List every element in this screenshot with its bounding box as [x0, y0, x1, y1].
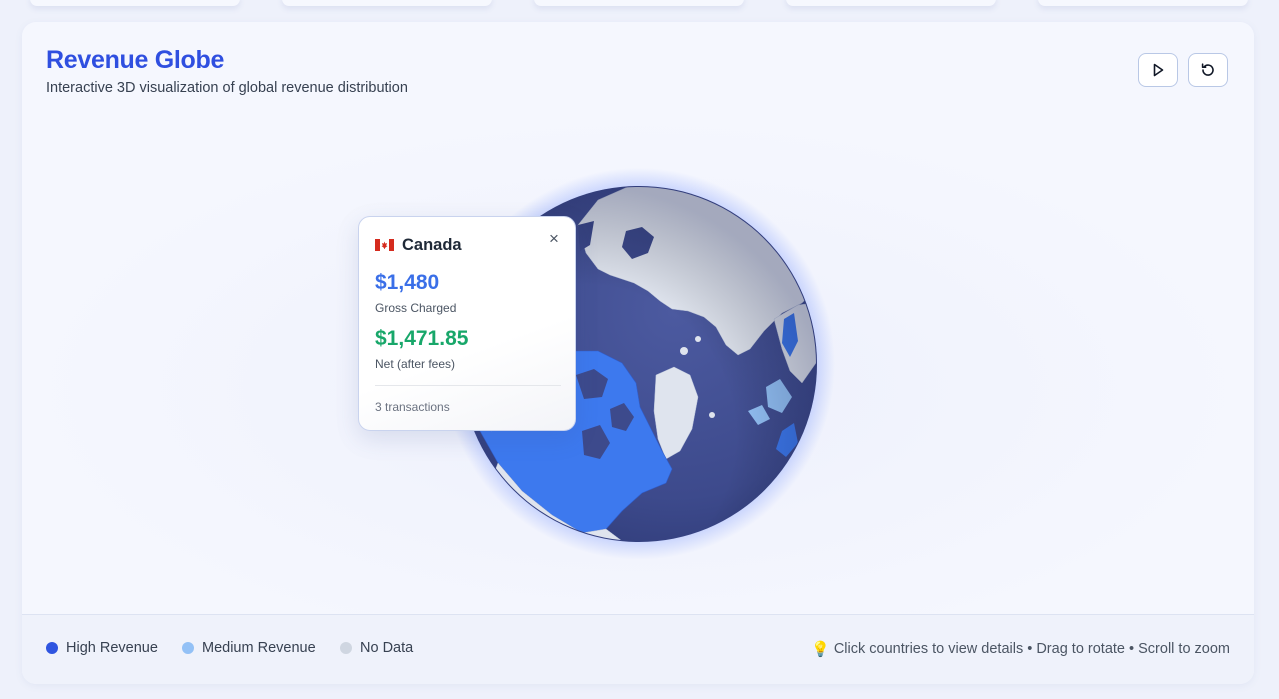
canada-flag-icon — [375, 239, 394, 251]
legend-dot-no-data — [340, 642, 352, 654]
usage-hint-text: Click countries to view details • Drag t… — [833, 641, 1230, 657]
tooltip-transactions: 3 transactions — [375, 400, 450, 414]
tooltip-close-button[interactable]: × — [549, 230, 559, 247]
legend-label: No Data — [360, 640, 414, 656]
tooltip-divider — [375, 385, 561, 386]
legend-high-revenue: High Revenue — [46, 640, 158, 656]
card-subtitle: Interactive 3D visualization of global r… — [46, 80, 408, 96]
play-rotation-button[interactable] — [1138, 53, 1178, 87]
tooltip-gross-label: Gross Charged — [375, 301, 457, 315]
globe-footer: High Revenue Medium Revenue No Data 💡 Cl… — [22, 614, 1254, 684]
top-card — [282, 0, 492, 6]
legend-medium-revenue: Medium Revenue — [182, 640, 316, 656]
legend-no-data: No Data — [340, 640, 413, 656]
top-card — [534, 0, 744, 6]
tooltip-country-name: Canada — [402, 236, 462, 254]
top-card-strip — [0, 0, 1279, 14]
country-tooltip: Canada × $1,480 Gross Charged $1,471.85 … — [358, 216, 576, 431]
usage-hint: 💡 Click countries to view details • Drag… — [811, 640, 1230, 658]
legend-label: Medium Revenue — [202, 640, 316, 656]
tooltip-net-value: $1,471.85 — [375, 327, 469, 350]
globe-canvas[interactable] — [22, 113, 1254, 613]
revenue-globe-card: Revenue Globe Interactive 3D visualizati… — [22, 22, 1254, 684]
top-card — [30, 0, 240, 6]
top-card — [1038, 0, 1248, 6]
reset-view-button[interactable] — [1188, 53, 1228, 87]
lightbulb-icon: 💡 — [811, 641, 830, 658]
legend-dot-medium — [182, 642, 194, 654]
tooltip-net-label: Net (after fees) — [375, 357, 456, 371]
card-title: Revenue Globe — [46, 46, 225, 74]
legend-dot-high — [46, 642, 58, 654]
globe-viewport[interactable]: Canada × $1,480 Gross Charged $1,471.85 … — [22, 113, 1254, 613]
legend-label: High Revenue — [66, 640, 158, 656]
tooltip-gross-value: $1,480 — [375, 271, 440, 294]
play-icon — [1153, 63, 1164, 77]
top-card — [786, 0, 996, 6]
rotate-ccw-icon — [1201, 63, 1214, 76]
